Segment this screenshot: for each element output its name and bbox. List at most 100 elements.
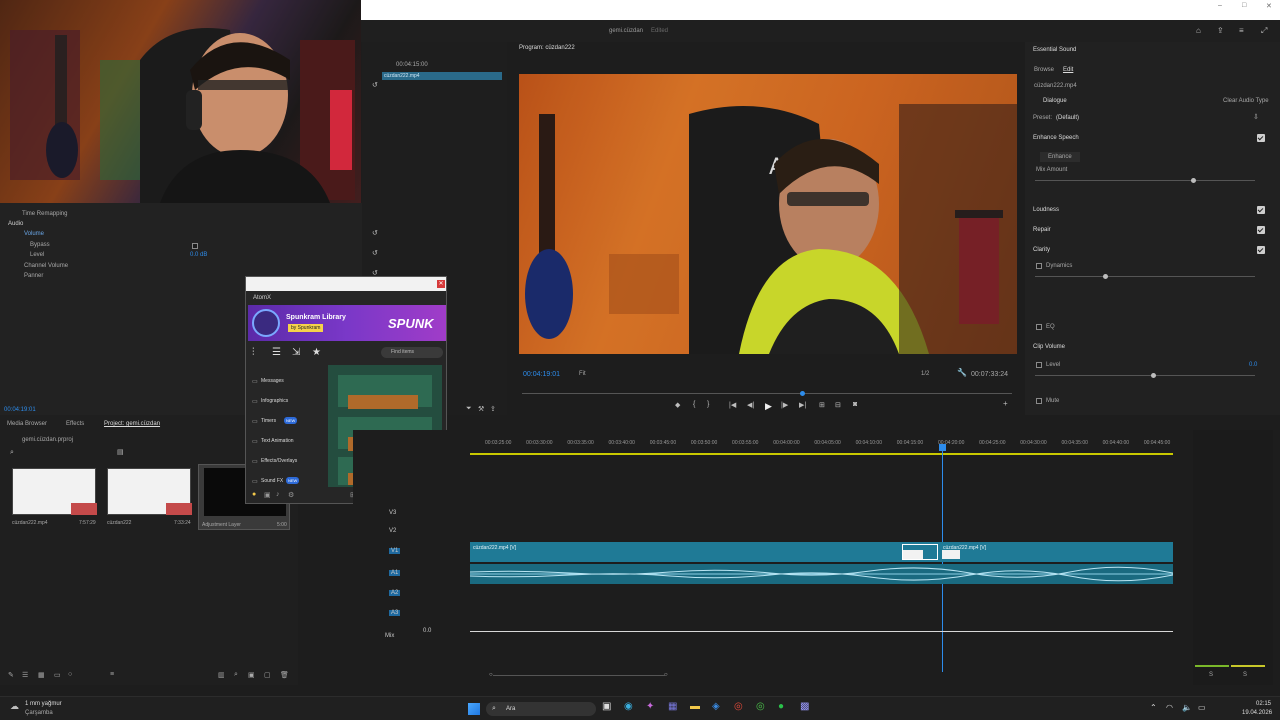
mix-value[interactable]: 0.0: [423, 628, 431, 634]
fx-row-channel-volume[interactable]: Channel Volume: [24, 263, 68, 269]
automate-icon[interactable]: ▥: [218, 671, 225, 679]
meter-solo-right[interactable]: S: [1243, 672, 1247, 678]
copilot-icon[interactable]: ✦: [646, 701, 654, 712]
track-label-v2[interactable]: V2: [389, 528, 396, 534]
settings-icon[interactable]: ⚙: [288, 491, 294, 499]
track-label-a1[interactable]: A1: [389, 570, 401, 576]
mark-out-icon[interactable]: }: [707, 401, 709, 408]
mix-amount-knob[interactable]: [1191, 178, 1196, 183]
share-icon[interactable]: ⇪: [1217, 27, 1224, 35]
search-icon[interactable]: ⌕: [10, 449, 14, 456]
work-area-bar[interactable]: [470, 453, 1173, 455]
category-item[interactable]: ▭ Messages: [250, 377, 320, 387]
enhance-button[interactable]: Enhance: [1040, 152, 1080, 162]
reset-icon[interactable]: ↺: [372, 250, 378, 257]
level-checkbox[interactable]: [1036, 362, 1042, 368]
icon-view-icon[interactable]: ▦: [38, 671, 45, 679]
save-preset-icon[interactable]: ⇩: [1253, 114, 1259, 121]
fx-row-time-remapping[interactable]: Time Remapping: [22, 211, 67, 217]
step-back-icon[interactable]: ◀|: [747, 401, 754, 409]
category-item[interactable]: ▭ Text Animation: [250, 437, 320, 447]
favorites-icon[interactable]: ★: [312, 347, 321, 358]
clear-audio-type-button[interactable]: Clear Audio Type: [1223, 98, 1269, 104]
battery-icon[interactable]: ▭: [1198, 704, 1206, 712]
mark-in-icon[interactable]: {: [693, 401, 695, 408]
wifi-icon[interactable]: ◠: [1166, 704, 1173, 712]
add-button-icon[interactable]: +: [1003, 400, 1008, 408]
chrome-alt-icon[interactable]: ◎: [756, 701, 765, 712]
track-label-v3[interactable]: V3: [389, 510, 396, 516]
home-icon[interactable]: ⌂: [1196, 27, 1201, 35]
new-bin-icon[interactable]: ▤: [117, 449, 124, 456]
enhance-speech-checkbox[interactable]: [1257, 134, 1265, 142]
tray-chevron-icon[interactable]: ⌃: [1150, 704, 1157, 712]
loudness-checkbox[interactable]: [1257, 206, 1265, 214]
track-label-v1[interactable]: V1: [389, 548, 401, 554]
program-timecode[interactable]: 00:04:19:01: [523, 371, 560, 378]
atomx-search[interactable]: Find items: [381, 347, 443, 358]
edge-icon[interactable]: ◉: [624, 701, 633, 712]
clarity-checkbox[interactable]: [1257, 246, 1265, 254]
timeline-scrollbar[interactable]: [493, 675, 665, 676]
sort-icon[interactable]: ≡: [110, 671, 114, 678]
play-icon[interactable]: ▶: [765, 401, 772, 412]
filter-icon[interactable]: ⏷: [466, 405, 472, 413]
level-value[interactable]: 0.0 dB: [190, 252, 207, 258]
dynamics-slider[interactable]: [1035, 274, 1255, 279]
category-item[interactable]: ▭ Infographics: [250, 397, 320, 407]
tab-project[interactable]: Project: gemi.cüzdan: [104, 421, 160, 427]
fullscreen-icon[interactable]: ⤢: [1261, 27, 1267, 35]
spotify-icon[interactable]: ●: [778, 701, 784, 712]
atomx-close-icon[interactable]: ✕: [437, 280, 445, 288]
wrench-icon[interactable]: ⚒: [478, 405, 484, 413]
track-label-a3[interactable]: A3: [389, 610, 401, 616]
dynamics-knob[interactable]: [1103, 274, 1108, 279]
track-label-a2[interactable]: A2: [389, 590, 401, 596]
start-button[interactable]: [468, 703, 480, 715]
store-icon[interactable]: ◈: [712, 701, 720, 712]
task-view-icon[interactable]: ▣: [602, 701, 611, 712]
fx-row-level[interactable]: Level: [30, 252, 44, 258]
layers-icon[interactable]: ▣: [264, 491, 271, 499]
tab-browse[interactable]: Browse: [1034, 67, 1054, 73]
dynamics-checkbox[interactable]: [1036, 263, 1042, 269]
white-clip[interactable]: [942, 550, 960, 559]
explorer-icon[interactable]: ▬: [690, 701, 700, 712]
go-to-in-icon[interactable]: |◀: [729, 401, 736, 409]
insert-icon[interactable]: ⊞: [819, 401, 825, 409]
menu-icon[interactable]: ≡: [1239, 27, 1244, 35]
eq-checkbox[interactable]: [1036, 324, 1042, 330]
new-item-icon[interactable]: ▢: [264, 671, 271, 679]
freeform-view-icon[interactable]: ▭: [54, 671, 61, 679]
minimize-icon[interactable]: –: [1218, 2, 1222, 9]
repair-checkbox[interactable]: [1257, 226, 1265, 234]
tab-media-browser[interactable]: Media Browser: [7, 421, 47, 427]
coin-icon[interactable]: ●: [252, 491, 256, 498]
program-scrubber[interactable]: [522, 391, 1012, 396]
mute-checkbox[interactable]: [1036, 398, 1042, 404]
list-icon[interactable]: ☰: [272, 347, 281, 358]
level-knob[interactable]: [1151, 373, 1156, 378]
volume-icon[interactable]: 🔈: [1182, 704, 1192, 712]
category-item[interactable]: ▭ Timers NEW: [250, 417, 320, 427]
fx-row-bypass[interactable]: Bypass: [30, 242, 50, 248]
preset-select[interactable]: (Default): [1056, 115, 1079, 121]
white-clip[interactable]: [903, 550, 923, 559]
program-resolution[interactable]: 1/2: [921, 371, 929, 377]
teams-icon[interactable]: ▦: [668, 701, 677, 712]
trash-icon[interactable]: 🗑: [280, 671, 289, 679]
playhead-marker[interactable]: [939, 444, 946, 451]
clock-time[interactable]: 02:15: [1256, 701, 1271, 707]
export-frame-icon[interactable]: ◙: [853, 401, 857, 408]
import-icon[interactable]: ⇲: [292, 347, 300, 358]
find-icon[interactable]: ⌕: [234, 671, 238, 679]
add-marker-icon[interactable]: ◆: [675, 401, 680, 409]
step-forward-icon[interactable]: |▶: [781, 401, 788, 409]
track-v1-clip[interactable]: cüzdan222.mp4 [V] cüzdan222.mp4 [V]: [470, 542, 1173, 562]
export-icon[interactable]: ⇪: [490, 405, 496, 413]
premiere-icon[interactable]: ▩: [800, 701, 809, 712]
chrome-icon[interactable]: ◎: [734, 701, 743, 712]
go-to-out-icon[interactable]: ▶|: [799, 401, 806, 409]
pencil-icon[interactable]: ✎: [8, 671, 14, 679]
new-bin-icon[interactable]: ▣: [248, 671, 255, 679]
